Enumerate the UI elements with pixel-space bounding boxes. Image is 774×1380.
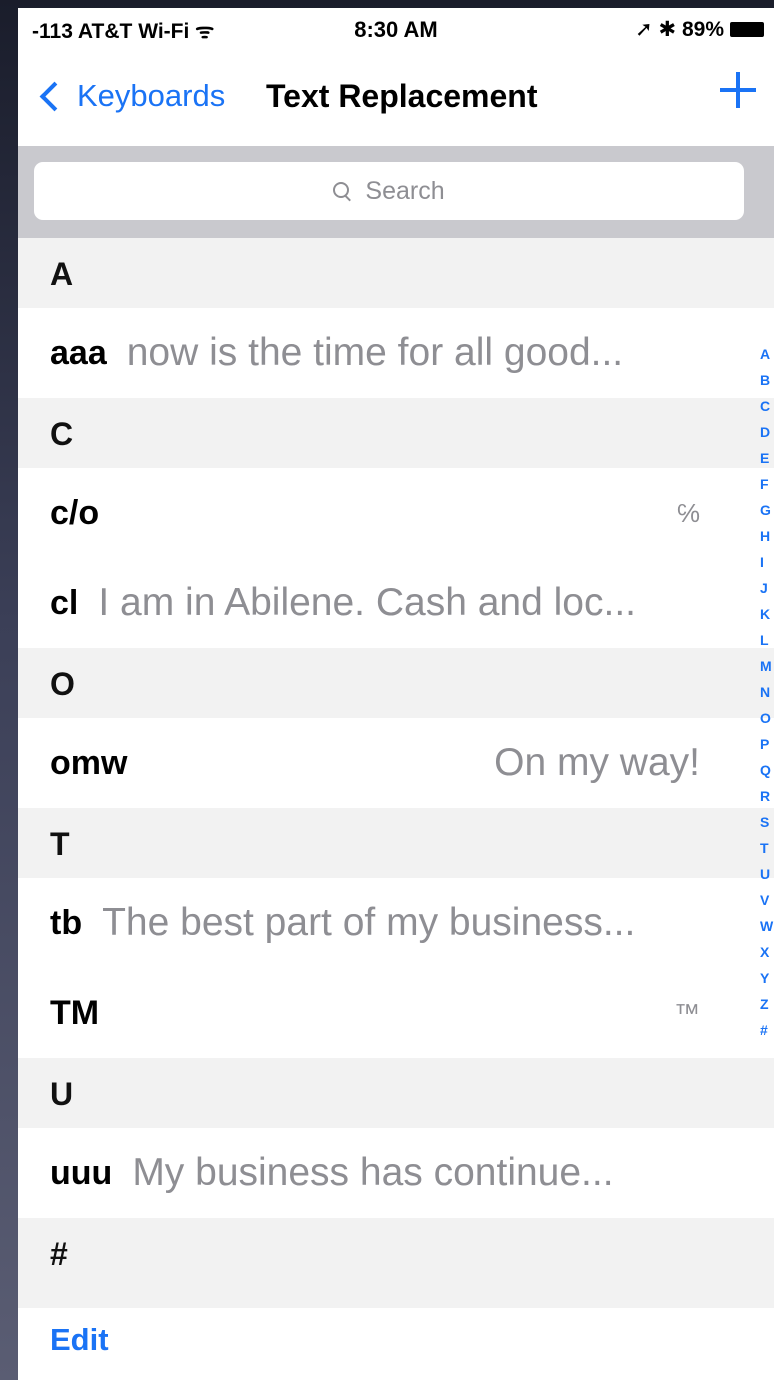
shortcut-label: c/o xyxy=(50,493,100,532)
index-letter[interactable]: K xyxy=(760,601,774,627)
page-title: Text Replacement xyxy=(266,78,538,114)
section-header: T xyxy=(18,808,774,878)
section-letter: U xyxy=(50,1076,74,1112)
index-letter[interactable]: E xyxy=(760,445,774,471)
index-letter[interactable]: Y xyxy=(760,965,774,991)
index-letter[interactable]: F xyxy=(760,471,774,497)
index-letter[interactable]: D xyxy=(760,419,774,445)
index-letter[interactable]: J xyxy=(760,575,774,601)
phrase-label: I am in Abilene. Cash and loc... xyxy=(98,581,636,624)
index-letter[interactable]: X xyxy=(760,939,774,965)
index-letter[interactable]: I xyxy=(760,549,774,575)
replacement-list: Aaaa now is the time for all good... Cc/o ℅… xyxy=(18,238,774,1308)
index-letter[interactable]: # xyxy=(760,1017,774,1043)
shortcut-label: tb xyxy=(50,903,83,942)
shortcut-label: uuu xyxy=(50,1153,113,1192)
list-item[interactable]: omw On my way! xyxy=(18,718,738,808)
section-header: # xyxy=(18,1218,774,1288)
list-item[interactable]: aaa now is the time for all good... xyxy=(18,308,738,398)
status-indicators: ➚ ✱ 89% xyxy=(635,17,764,42)
index-letter[interactable]: R xyxy=(760,783,774,809)
chevron-left-icon xyxy=(39,81,70,111)
section-letter: T xyxy=(50,826,70,862)
index-letter[interactable]: U xyxy=(760,861,774,887)
index-letter[interactable]: H xyxy=(760,523,774,549)
section-header: U xyxy=(18,1058,774,1128)
section-letter: # xyxy=(50,1236,68,1272)
section-header: O xyxy=(18,648,774,718)
search-input[interactable]: Search xyxy=(34,162,744,220)
list-item[interactable]: TM ™ xyxy=(18,968,738,1058)
section-header: C xyxy=(18,398,774,468)
shortcut-label: TM xyxy=(50,993,100,1032)
back-button[interactable]: Keyboards xyxy=(38,78,225,114)
phrase-label: ℅ xyxy=(676,497,700,528)
section-letter: O xyxy=(50,666,75,702)
search-icon xyxy=(333,182,351,200)
list-item[interactable]: tb The best part of my business... xyxy=(18,878,738,968)
search-bar: Search xyxy=(18,146,774,238)
shortcut-label: omw xyxy=(50,743,128,782)
status-indicators-text: ➚ ✱ 89% xyxy=(635,18,724,41)
phrase-label: ™ xyxy=(674,997,700,1028)
index-letter[interactable]: L xyxy=(760,627,774,653)
search-placeholder: Search xyxy=(365,176,445,205)
list-item[interactable]: uuu My business has continue... xyxy=(18,1128,738,1218)
index-letter[interactable]: N xyxy=(760,679,774,705)
status-bar: -113 AT&T Wi-Fi ᯤ 8:30 AM ➚ ✱ 89% xyxy=(18,8,774,48)
index-letter[interactable]: B xyxy=(760,367,774,393)
list-footer xyxy=(18,1288,774,1308)
section-header: A xyxy=(18,238,774,308)
section-letter: C xyxy=(50,416,74,452)
index-letter[interactable]: C xyxy=(760,393,774,419)
section-letter: A xyxy=(50,256,74,292)
phrase-label: The best part of my business... xyxy=(102,901,636,944)
index-letter[interactable]: S xyxy=(760,809,774,835)
battery-icon xyxy=(730,22,764,37)
index-letter[interactable]: P xyxy=(760,731,774,757)
edit-button[interactable]: Edit xyxy=(50,1322,109,1358)
index-letter[interactable]: M xyxy=(760,653,774,679)
index-letter[interactable]: O xyxy=(760,705,774,731)
phrase-label: On my way! xyxy=(494,741,700,784)
index-letter[interactable]: W xyxy=(760,913,774,939)
index-letter[interactable]: Q xyxy=(760,757,774,783)
index-letter[interactable]: Z xyxy=(760,991,774,1017)
navigation-bar: Keyboards Text Replacement xyxy=(18,48,774,146)
shortcut-label: cl xyxy=(50,583,79,622)
list-item[interactable]: cl I am in Abilene. Cash and loc... xyxy=(18,558,738,648)
index-letter[interactable]: G xyxy=(760,497,774,523)
index-letter[interactable]: A xyxy=(760,341,774,367)
index-letter[interactable]: V xyxy=(760,887,774,913)
plus-icon[interactable] xyxy=(716,68,760,112)
back-label: Keyboards xyxy=(77,78,226,113)
phrase-label: My business has continue... xyxy=(132,1151,614,1194)
index-letter[interactable]: T xyxy=(760,835,774,861)
phrase-label: now is the time for all good... xyxy=(126,331,624,374)
list-item[interactable]: c/o ℅ xyxy=(18,468,738,558)
section-index[interactable]: A B C D E F G H I J K L M N O P Q R S T U V W X Y Z # xyxy=(760,341,774,1043)
phone-screen: -113 AT&T Wi-Fi ᯤ 8:30 AM ➚ ✱ 89% Keyboa… xyxy=(18,8,774,1380)
shortcut-label: aaa xyxy=(50,333,107,372)
